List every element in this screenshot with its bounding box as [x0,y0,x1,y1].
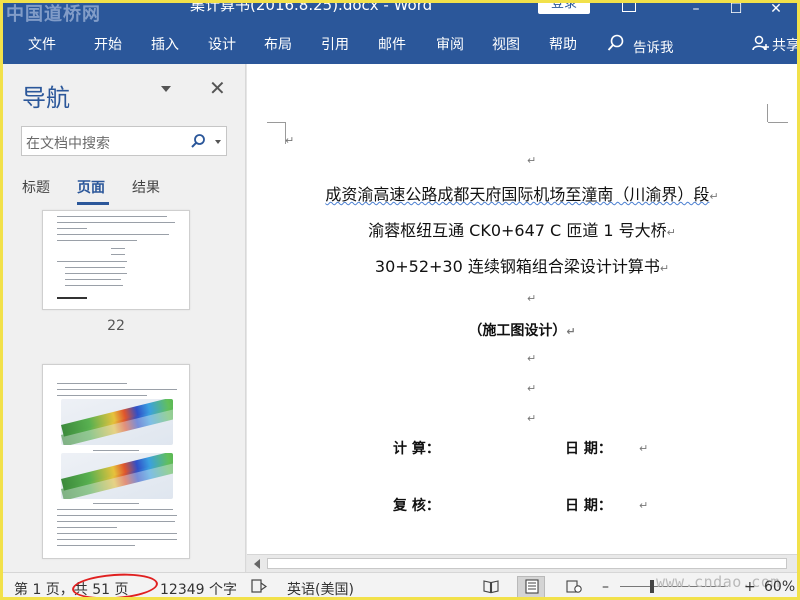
zoom-level[interactable]: 60% [764,579,795,595]
login-button[interactable]: 登录 [538,0,590,14]
thumbnail-page-number: 22 [107,318,125,334]
nav-search-input[interactable]: 在文档中搜索 [21,126,227,156]
horizontal-scrollbar[interactable] [247,554,797,572]
scroll-left-arrow-icon[interactable] [254,559,260,569]
tab-review[interactable]: 审阅 [436,34,464,54]
nav-tab-headings[interactable]: 标题 [22,177,50,197]
crop-mark [267,122,285,123]
tab-references[interactable]: 引用 [321,34,349,54]
tab-mailings[interactable]: 邮件 [378,34,406,54]
nav-tab-results[interactable]: 结果 [132,177,160,197]
review-date-label: 日 期： [565,498,612,514]
minimize-button[interactable]: – [676,0,716,22]
close-button[interactable]: ✕ [756,0,796,22]
tell-me-box[interactable]: 告诉我 [633,36,674,56]
active-tab-indicator [77,202,109,205]
annotation-circle [71,571,159,600]
tab-home[interactable]: 开始 [94,34,122,54]
paragraph-mark: ↵ [527,412,537,425]
proofing-icon[interactable] [251,579,267,594]
maximize-button[interactable]: ☐ [716,0,756,22]
share-button[interactable]: 共享 [772,35,800,55]
tab-help[interactable]: 帮助 [549,34,577,54]
search-placeholder: 在文档中搜索 [26,136,110,152]
nav-close-icon[interactable]: ✕ [209,78,226,98]
paragraph-mark: ↵ [285,134,295,147]
tab-view[interactable]: 视图 [492,34,520,54]
ribbon-tabs: 文件 开始 插入 设计 布局 引用 邮件 审阅 视图 帮助 告诉我 共享 [0,22,800,64]
tab-design[interactable]: 设计 [208,34,236,54]
zoom-out-button[interactable]: – [602,579,609,595]
ribbon-display-options-icon[interactable] [622,2,636,12]
crop-mark [768,122,788,123]
search-icon[interactable] [190,133,206,149]
site-watermark-url: www.cndao.com [656,573,780,591]
fem-result-image [61,453,173,499]
document-title-line-2: 渝蓉枢纽互通 CK0+647 C 匝道 1 号大桥↵ [368,221,676,240]
paragraph-mark: ↵ [639,442,649,455]
crop-mark [767,104,768,122]
status-bar: 第 1 页，共 51 页 12349 个字 英语(美国) – www.cndao… [0,571,800,600]
zoom-in-button[interactable]: + [744,579,756,595]
paragraph-mark: ↵ [527,154,537,167]
title-bar: 中国道桥网 集计算书(2016.8.25).docx - Word 登录 – ☐… [0,0,800,25]
paragraph-mark: ↵ [527,292,537,305]
tab-file[interactable]: 文件 [28,34,56,54]
zoom-slider-thumb[interactable] [650,580,654,593]
nav-pane-title: 导航 [22,84,70,112]
horizontal-scroll-thumb[interactable] [267,558,787,569]
share-person-icon[interactable] [752,34,770,52]
document-subtitle: （施工图设计）↵ [468,323,576,339]
document-title: 集计算书(2016.8.25).docx - Word [190,0,433,14]
print-layout-icon[interactable] [524,579,540,594]
calc-date-label: 日 期： [565,441,612,457]
calc-by-label: 计 算： [393,441,440,457]
search-options-chevron-icon[interactable] [215,140,221,144]
lightbulb-search-icon[interactable] [607,34,625,52]
nav-tab-pages[interactable]: 页面 [77,177,105,197]
tab-layout[interactable]: 布局 [264,34,292,54]
language-status[interactable]: 英语(美国) [287,579,354,599]
document-canvas[interactable]: ↵ ↵ 成资渝高速公路成都天府国际机场至潼南（川渝界）段↵ 渝蓉枢纽互通 CK0… [247,64,797,554]
page-thumbnail-22[interactable] [42,210,190,310]
paragraph-mark: ↵ [527,382,537,395]
word-count-status[interactable]: 12349 个字 [160,579,237,599]
paragraph-mark: ↵ [527,352,537,365]
paragraph-mark: ↵ [639,499,649,512]
fem-result-image [61,399,173,445]
read-mode-icon[interactable] [483,579,499,594]
review-by-label: 复 核： [393,498,440,514]
web-layout-icon[interactable] [566,579,582,594]
page-thumbnail-23[interactable] [42,364,190,559]
navigation-pane: 导航 ✕ 在文档中搜索 标题 页面 结果 22 [3,64,246,572]
document-title-line-1: 成资渝高速公路成都天府国际机场至潼南（川渝界）段↵ [325,185,719,204]
document-title-line-3: 30+52+30 连续钢箱组合梁设计计算书↵ [374,257,670,276]
tab-insert[interactable]: 插入 [151,34,179,54]
nav-options-dropdown-icon[interactable] [161,86,171,92]
